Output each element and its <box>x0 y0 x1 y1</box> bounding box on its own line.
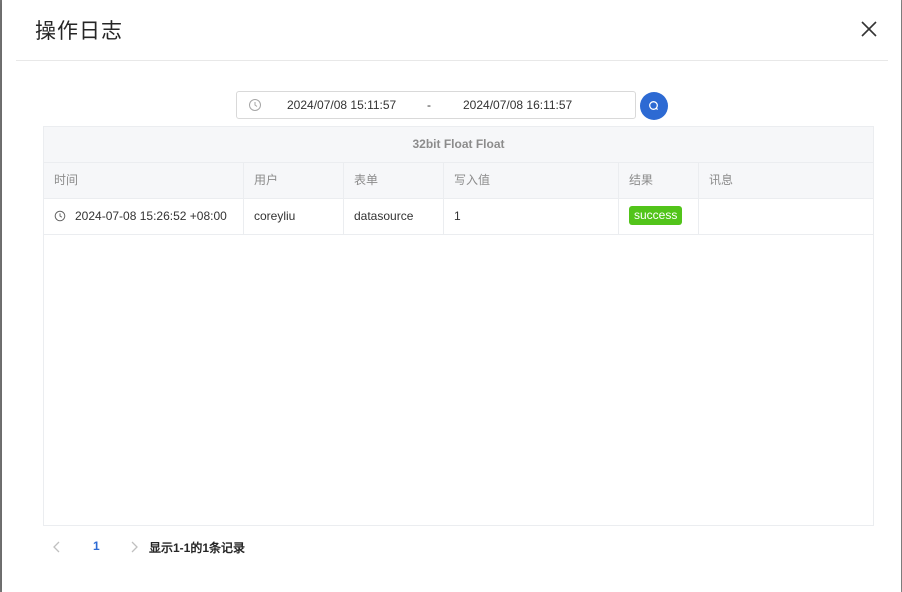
column-header-time: 时间 <box>44 163 244 198</box>
close-icon <box>861 21 877 37</box>
column-header-user: 用户 <box>244 163 344 198</box>
column-header-message: 讯息 <box>709 173 734 187</box>
chevron-right-icon <box>131 541 138 553</box>
clock-icon <box>54 210 66 222</box>
date-range-start[interactable]: 2024/07/08 15:11:57 <box>287 98 396 112</box>
date-range-picker[interactable]: 2024/07/08 15:11:57 - 2024/07/08 16:11:5… <box>236 91 636 119</box>
cell-result: success <box>619 199 699 234</box>
cell-form: datasource <box>344 199 444 234</box>
cell-time-text: 2024-07-08 15:26:52 +08:00 <box>75 209 227 223</box>
close-button[interactable] <box>860 20 878 38</box>
dialog-title: 操作日志 <box>35 19 123 43</box>
dialog-header: 操作日志 <box>16 0 888 61</box>
status-badge: success <box>629 206 683 226</box>
cell-time: 2024-07-08 15:26:52 +08:00 <box>44 199 244 234</box>
search-button[interactable] <box>640 92 668 120</box>
cell-user: coreyliu <box>244 199 344 234</box>
page-number-current[interactable]: 1 <box>93 539 100 553</box>
table-caption: 32bit Float Float <box>44 127 873 163</box>
chevron-left-icon <box>53 541 60 553</box>
column-header-form: 表单 <box>344 163 444 198</box>
column-header-write-value: 写入值 <box>444 163 619 198</box>
column-header-result: 结果 <box>619 163 699 198</box>
table-header-row: 时间 用户 表单 写入值 结果 讯息 <box>44 163 873 199</box>
table-row: 2024-07-08 15:26:52 +08:00 coreyliu data… <box>44 199 873 235</box>
clock-icon <box>249 99 261 111</box>
prev-page-button[interactable] <box>52 541 62 553</box>
search-icon <box>649 101 659 111</box>
date-range-separator: - <box>427 98 431 112</box>
log-table: 32bit Float Float 时间 用户 表单 写入值 结果 讯息 202… <box>43 126 874 526</box>
pagination-summary: 显示1-1的1条记录 <box>149 541 246 555</box>
next-page-button[interactable] <box>129 541 139 553</box>
date-range-end[interactable]: 2024/07/08 16:11:57 <box>463 98 572 112</box>
cell-write-value: 1 <box>444 199 619 234</box>
cell-message <box>699 199 873 234</box>
operation-log-dialog: 操作日志 2024/07/08 15:11:57 - 2024/07/08 16… <box>2 0 901 592</box>
